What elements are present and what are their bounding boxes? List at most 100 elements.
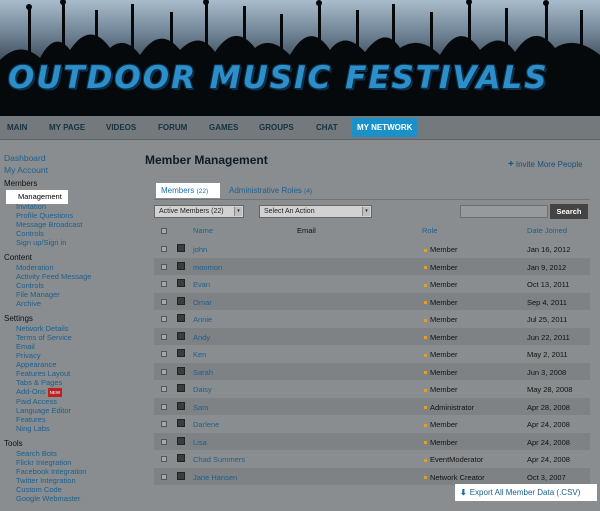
column-name[interactable]: Name bbox=[193, 226, 213, 235]
sidebar-item-ning-labs[interactable]: Ning Labs bbox=[4, 424, 136, 433]
member-name-link[interactable]: Evan bbox=[193, 280, 210, 289]
member-name-link[interactable]: Sarah bbox=[193, 368, 213, 377]
member-date-joined: May 28, 2008 bbox=[527, 385, 573, 394]
avatar[interactable] bbox=[177, 436, 185, 445]
row-checkbox[interactable] bbox=[161, 403, 167, 410]
member-name-link[interactable]: Ken bbox=[193, 350, 206, 359]
avatar[interactable] bbox=[177, 331, 185, 340]
sidebar-item-add-ons[interactable]: Add-Ons NEW bbox=[4, 387, 136, 397]
sidebar-item-google-webmaster[interactable]: Google Webmaster bbox=[4, 494, 136, 503]
sidebar-item-management[interactable]: Management bbox=[6, 190, 68, 204]
row-checkbox[interactable] bbox=[161, 298, 167, 305]
sidebar-item-terms-of-service[interactable]: Terms of Service bbox=[4, 333, 136, 342]
site-title[interactable]: OUTDOOR MUSIC FESTIVALS bbox=[8, 60, 568, 96]
sidebar-item-signup-signin[interactable]: Sign up/Sign in bbox=[4, 238, 136, 247]
sidebar-item-appearance[interactable]: Appearance bbox=[4, 360, 136, 369]
avatar[interactable] bbox=[177, 261, 185, 270]
nav-item-main[interactable]: MAIN bbox=[7, 116, 27, 140]
sidebar-item-members-controls[interactable]: Controls bbox=[4, 229, 136, 238]
invite-more-people-link[interactable]: + Invite More People bbox=[508, 159, 583, 170]
avatar[interactable] bbox=[177, 401, 185, 410]
role-bullet-icon bbox=[424, 406, 427, 410]
row-checkbox[interactable] bbox=[161, 456, 167, 462]
avatar[interactable] bbox=[177, 471, 185, 480]
row-checkbox[interactable] bbox=[161, 368, 167, 375]
row-checkbox[interactable] bbox=[161, 473, 167, 480]
sidebar-dashboard-link[interactable]: Dashboard bbox=[4, 152, 136, 164]
member-role: Member bbox=[424, 315, 458, 324]
member-name-link[interactable]: Darlene bbox=[193, 420, 219, 429]
sidebar-item-archive[interactable]: Archive bbox=[4, 299, 136, 308]
avatar[interactable] bbox=[177, 244, 185, 252]
nav-item-videos[interactable]: VIDEOS bbox=[106, 116, 136, 140]
nav-item-groups[interactable]: GROUPS bbox=[259, 116, 294, 140]
avatar[interactable] bbox=[177, 314, 185, 322]
search-button[interactable]: Search bbox=[550, 204, 588, 219]
sidebar-item-custom-code[interactable]: Custom Code bbox=[4, 485, 136, 494]
sidebar-item-language-editor[interactable]: Language Editor bbox=[4, 406, 136, 415]
member-search-input[interactable] bbox=[460, 205, 548, 218]
column-date-joined[interactable]: Date Joined bbox=[527, 226, 567, 235]
avatar[interactable] bbox=[177, 454, 185, 462]
select-all-checkbox[interactable] bbox=[161, 228, 167, 234]
nav-item-chat[interactable]: CHAT bbox=[316, 116, 338, 140]
member-role-label: Member bbox=[430, 385, 458, 394]
sidebar-item-moderation[interactable]: Moderation bbox=[4, 263, 136, 272]
sidebar-item-network-details[interactable]: Network Details bbox=[4, 324, 136, 333]
member-name-link[interactable]: Lisa bbox=[193, 438, 207, 447]
tab-administrative-roles[interactable]: Administrative Roles (4) bbox=[229, 183, 312, 198]
member-name-link[interactable]: Jane Hansen bbox=[193, 473, 237, 482]
sidebar-item-twitter-integration[interactable]: Twitter Integration bbox=[4, 476, 136, 485]
row-checkbox[interactable] bbox=[161, 316, 167, 322]
row-checkbox[interactable] bbox=[161, 333, 167, 340]
action-select-value: Select An Action bbox=[264, 208, 315, 215]
sidebar-item-file-manager[interactable]: File Manager bbox=[4, 290, 136, 299]
sidebar-item-facebook-integration[interactable]: Facebook Integration bbox=[4, 467, 136, 476]
avatar[interactable] bbox=[177, 279, 185, 287]
row-checkbox[interactable] bbox=[161, 438, 167, 445]
row-checkbox[interactable] bbox=[161, 246, 167, 252]
avatar[interactable] bbox=[177, 384, 185, 392]
export-csv-button[interactable]: ⬇ Export All Member Data (.CSV) bbox=[455, 484, 597, 501]
row-checkbox[interactable] bbox=[161, 263, 167, 270]
avatar[interactable] bbox=[177, 366, 185, 375]
avatar[interactable] bbox=[177, 296, 185, 305]
row-checkbox[interactable] bbox=[161, 386, 167, 392]
member-name-link[interactable]: Omar bbox=[193, 298, 212, 307]
member-name-link[interactable]: monmon bbox=[193, 263, 222, 272]
tab-members[interactable]: Members (22) bbox=[156, 183, 220, 198]
sidebar-item-tabs-pages[interactable]: Tabs & Pages bbox=[4, 378, 136, 387]
member-name-link[interactable]: Annie bbox=[193, 315, 212, 324]
sidebar-my-account-link[interactable]: My Account bbox=[4, 164, 136, 176]
member-name-link[interactable]: Andy bbox=[193, 333, 210, 342]
action-select[interactable]: Select An Action ▾ bbox=[259, 205, 372, 218]
sidebar-item-flickr-integration[interactable]: Flickr Integration bbox=[4, 458, 136, 467]
sidebar-item-search-bots[interactable]: Search Bots bbox=[4, 449, 136, 458]
member-name-link[interactable]: john bbox=[193, 245, 207, 254]
nav-item-my-page[interactable]: MY PAGE bbox=[49, 116, 85, 140]
add-ons-label: Add-Ons bbox=[16, 387, 46, 396]
sidebar-item-privacy[interactable]: Privacy bbox=[4, 351, 136, 360]
sidebar-item-message-broadcast[interactable]: Message Broadcast bbox=[4, 220, 136, 229]
sidebar-item-email[interactable]: Email bbox=[4, 342, 136, 351]
nav-item-forum[interactable]: FORUM bbox=[158, 116, 187, 140]
row-checkbox[interactable] bbox=[161, 281, 167, 287]
avatar[interactable] bbox=[177, 349, 185, 357]
nav-item-my-network[interactable]: MY NETWORK bbox=[352, 118, 418, 137]
member-filter-select[interactable]: Active Members (22) ▾ bbox=[154, 205, 244, 218]
sidebar-item-content-controls[interactable]: Controls bbox=[4, 281, 136, 290]
sidebar-item-features[interactable]: Features bbox=[4, 415, 136, 424]
avatar[interactable] bbox=[177, 419, 185, 427]
sidebar-item-paid-access[interactable]: Paid Access bbox=[4, 397, 136, 406]
member-name-link[interactable]: Daisy bbox=[193, 385, 212, 394]
row-checkbox[interactable] bbox=[161, 351, 167, 357]
sidebar-item-features-layout[interactable]: Features Layout bbox=[4, 369, 136, 378]
nav-item-games[interactable]: GAMES bbox=[209, 116, 238, 140]
member-role: Member bbox=[424, 438, 458, 447]
row-checkbox[interactable] bbox=[161, 421, 167, 427]
sidebar-item-profile-questions[interactable]: Profile Questions bbox=[4, 211, 136, 220]
column-role[interactable]: Role bbox=[422, 226, 437, 235]
member-name-link[interactable]: Chad Summers bbox=[193, 455, 245, 464]
member-name-link[interactable]: Sam bbox=[193, 403, 208, 412]
sidebar-item-activity-feed-message[interactable]: Activity Feed Message bbox=[4, 272, 136, 281]
